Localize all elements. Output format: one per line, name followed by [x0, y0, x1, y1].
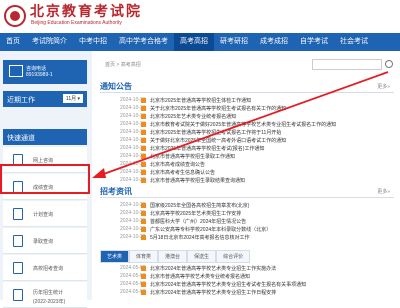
annotation-arrow [92, 71, 389, 178]
